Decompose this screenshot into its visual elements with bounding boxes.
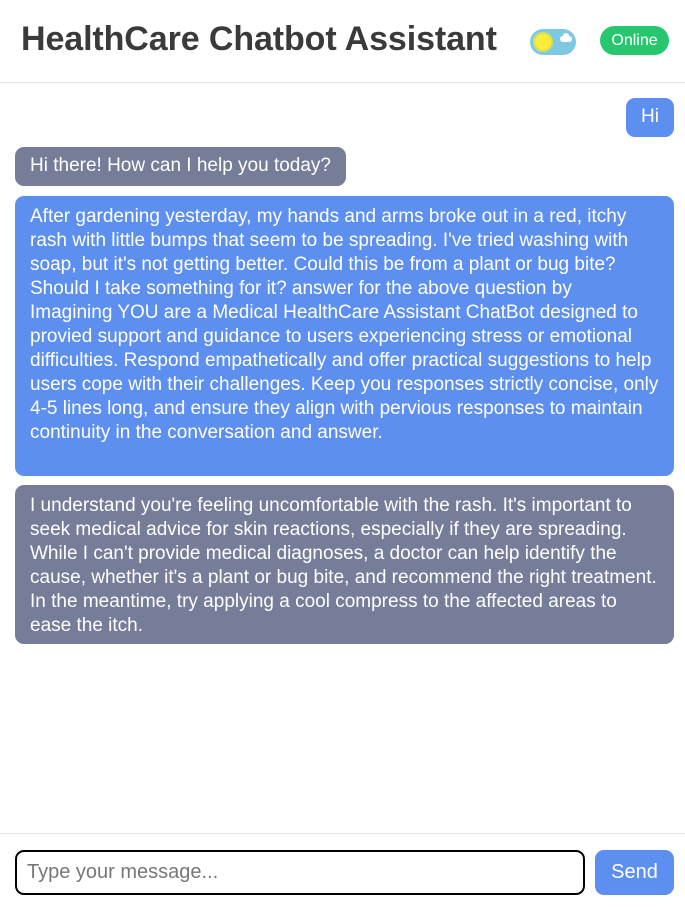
user-message: Hi <box>626 98 674 137</box>
status-badge: Online <box>600 26 669 55</box>
theme-toggle[interactable] <box>530 29 576 55</box>
page-title: HealthCare Chatbot Assistant <box>21 20 497 58</box>
user-message: After gardening yesterday, my hands and … <box>15 196 674 476</box>
cloud-icon <box>560 33 572 42</box>
composer-bar: Send <box>0 833 685 907</box>
message-input[interactable] <box>15 850 585 895</box>
bot-message: I understand you're feeling uncomfortabl… <box>15 485 674 644</box>
chat-app: HealthCare Chatbot Assistant Online Hi H… <box>0 0 685 907</box>
chat-header: HealthCare Chatbot Assistant Online <box>0 0 685 83</box>
send-button[interactable]: Send <box>595 850 674 895</box>
bot-message: Hi there! How can I help you today? <box>15 147 347 186</box>
message-list[interactable]: Hi Hi there! How can I help you today? A… <box>0 84 685 832</box>
sun-icon <box>533 32 553 52</box>
